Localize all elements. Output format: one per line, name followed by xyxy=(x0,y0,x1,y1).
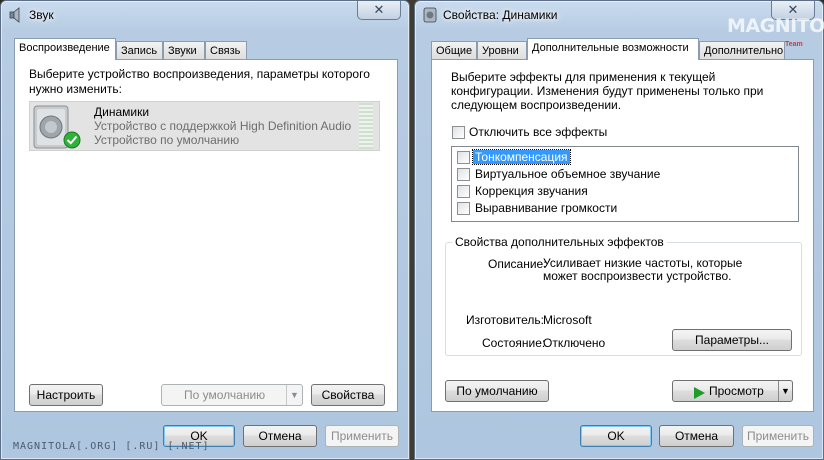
effect-label: Выравнивание громкости xyxy=(475,201,618,215)
sound-window: Звук ✕ Воспроизведение Запись Звуки Связ… xyxy=(0,0,410,460)
apply-label: Применить xyxy=(746,429,809,443)
description-value: Усиливает низкие частоты, которые может … xyxy=(543,256,743,283)
playback-panel: Выберите устройство воспроизведения, пар… xyxy=(14,59,398,412)
close-icon: ✕ xyxy=(373,2,385,17)
effect-label: Виртуальное объемное звучание xyxy=(475,167,661,181)
cancel-label: Отмена xyxy=(258,429,302,443)
tab-label: Звуки xyxy=(168,45,197,57)
close-button[interactable]: ✕ xyxy=(357,1,401,20)
manufacturer-value: Microsoft xyxy=(543,313,592,327)
tab-playback[interactable]: Воспроизведение xyxy=(14,38,116,60)
tab-recording[interactable]: Запись xyxy=(116,41,163,60)
instruction-text: Выберите эффекты для применения к текуще… xyxy=(451,70,764,112)
restore-default-button[interactable]: По умолчанию xyxy=(445,380,549,402)
effect-label: Коррекция звучания xyxy=(475,184,588,198)
ok-label: OK xyxy=(607,429,625,443)
cancel-button[interactable]: Отмена xyxy=(659,425,734,447)
window-title: Звук xyxy=(29,8,54,22)
tab-enhancements[interactable]: Дополнительные возможности xyxy=(527,38,699,60)
device-name: Динамики xyxy=(94,105,150,119)
check-badge-icon xyxy=(63,131,81,149)
cancel-button[interactable]: Отмена xyxy=(243,425,317,447)
set-default-label: По умолчанию xyxy=(184,388,266,402)
disable-all-checkbox[interactable] xyxy=(452,126,465,139)
preview-split-button[interactable]: Просмотр ▼ xyxy=(672,380,793,402)
chevron-down-icon[interactable]: ▼ xyxy=(286,385,302,405)
instruction-text: Выберите устройство воспроизведения, пар… xyxy=(29,67,370,96)
tab-label: Связь xyxy=(210,45,241,57)
tab-communications[interactable]: Связь xyxy=(205,41,247,60)
play-icon xyxy=(693,385,705,399)
apply-label: Применить xyxy=(330,429,393,443)
tab-general[interactable]: Общие xyxy=(431,41,477,60)
titlebar[interactable]: Звук ✕ xyxy=(1,1,409,29)
volume-meter xyxy=(359,103,373,149)
effect-properties-group: Свойства дополнительных эффектов Описани… xyxy=(445,235,802,356)
effect-checkbox[interactable] xyxy=(457,202,470,215)
watermark-logo: MAGNITOLA xyxy=(727,15,824,37)
preview-label: Просмотр xyxy=(709,384,764,398)
tab-label: Общие xyxy=(436,45,473,57)
device-status: Устройство по умолчанию xyxy=(94,133,240,147)
speaker-properties-window: Свойства: Динамики ✕ MAGNITOLA Team Общи… xyxy=(414,0,824,460)
state-value: Отключено xyxy=(543,336,606,350)
device-row[interactable]: Динамики Устройство с поддержкой High De… xyxy=(29,101,380,151)
effect-checkbox[interactable] xyxy=(457,168,470,181)
restore-default-label: По умолчанию xyxy=(456,384,538,398)
watermark-team: Team xyxy=(785,41,803,48)
cancel-label: Отмена xyxy=(674,429,719,443)
window-title: Свойства: Динамики xyxy=(443,8,558,22)
device-description: Устройство с поддержкой High Definition … xyxy=(94,119,352,133)
tab-levels[interactable]: Уровни xyxy=(477,41,527,60)
effect-label: Тонкомпенсация xyxy=(472,149,571,165)
effect-checkbox[interactable] xyxy=(457,151,470,164)
list-item[interactable]: Коррекция звучания xyxy=(452,183,798,200)
tab-label: Дополнительные возможности xyxy=(532,42,689,54)
effect-checkbox[interactable] xyxy=(457,185,470,198)
tab-advanced[interactable]: Дополнительно xyxy=(699,41,785,60)
list-item[interactable]: Тонкомпенсация xyxy=(452,149,798,166)
set-default-split-button[interactable]: По умолчанию ▼ xyxy=(161,384,303,406)
configure-button[interactable]: Настроить xyxy=(29,384,103,406)
tab-label: Уровни xyxy=(482,45,519,57)
watermark-footer: MAGNITOLA[.ORG] [.RU] [.NET] xyxy=(13,441,210,452)
tab-sounds[interactable]: Звуки xyxy=(163,41,205,60)
properties-button[interactable]: Свойства xyxy=(311,384,385,406)
description-label: Описание: xyxy=(488,257,547,271)
list-item[interactable]: Выравнивание громкости xyxy=(452,200,798,217)
speaker-title-icon xyxy=(9,7,23,23)
configure-label: Настроить xyxy=(36,388,96,402)
apply-button[interactable]: Применить xyxy=(325,425,399,447)
tab-label: Дополнительно xyxy=(704,45,784,57)
settings-label: Параметры... xyxy=(695,333,769,347)
ok-button[interactable]: OK xyxy=(580,425,652,447)
list-item[interactable]: Виртуальное объемное звучание xyxy=(452,166,798,183)
state-label: Состояние: xyxy=(482,336,546,350)
chevron-down-icon[interactable]: ▼ xyxy=(778,381,792,401)
manufacturer-label: Изготовитель: xyxy=(466,313,544,327)
tab-label: Воспроизведение xyxy=(19,42,110,54)
speaker-title-icon xyxy=(423,7,437,23)
settings-button[interactable]: Параметры... xyxy=(672,329,792,351)
enhancements-panel: Выберите эффекты для применения к текуще… xyxy=(431,59,814,412)
tab-label: Запись xyxy=(121,45,158,57)
apply-button[interactable]: Применить xyxy=(742,425,814,447)
properties-label: Свойства xyxy=(321,388,375,402)
group-title: Свойства дополнительных эффектов xyxy=(452,235,667,249)
disable-all-label[interactable]: Отключить все эффекты xyxy=(469,125,607,139)
effects-list: Тонкомпенсация Виртуальное объемное звуч… xyxy=(451,146,799,222)
